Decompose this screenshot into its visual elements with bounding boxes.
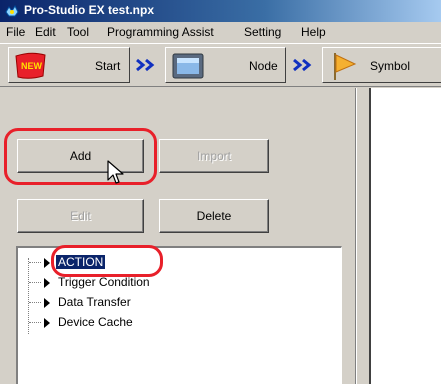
tree-connector xyxy=(29,322,41,323)
tree-item-device-cache[interactable]: Device Cache xyxy=(18,314,318,332)
svg-text:NEW: NEW xyxy=(21,61,43,71)
new-badge-icon: NEW xyxy=(15,52,46,79)
tree-item-label: Data Transfer xyxy=(58,295,131,309)
chevron-right-icon xyxy=(136,58,155,72)
menu-file[interactable]: File xyxy=(6,25,25,39)
tree-connector xyxy=(29,302,41,303)
monitor-icon xyxy=(172,53,204,79)
menu-help[interactable]: Help xyxy=(301,25,326,39)
window-title: Pro-Studio EX test.npx xyxy=(24,3,155,17)
menu-programming-assist[interactable]: Programming Assist xyxy=(107,25,214,39)
expand-arrow-icon[interactable] xyxy=(44,258,50,268)
step-node-label: Node xyxy=(249,59,278,73)
expand-arrow-icon[interactable] xyxy=(44,298,50,308)
step-start-button[interactable]: NEW Start xyxy=(8,47,130,83)
step-symbol-button[interactable]: Symbol xyxy=(322,47,441,83)
pane-splitter[interactable] xyxy=(356,88,369,384)
edit-button[interactable]: Edit xyxy=(17,199,144,233)
menu-setting[interactable]: Setting xyxy=(244,25,281,39)
app-icon xyxy=(4,3,20,19)
tree-item-data-transfer[interactable]: Data Transfer xyxy=(18,294,318,312)
menu-edit[interactable]: Edit xyxy=(35,25,56,39)
import-button[interactable]: Import xyxy=(159,139,269,173)
flag-icon xyxy=(334,53,357,80)
delete-button[interactable]: Delete xyxy=(159,199,269,233)
step-toolbar: NEW Start Node Symbol xyxy=(0,43,441,87)
menu-bar: File Edit Tool Programming Assist Settin… xyxy=(0,22,441,42)
expand-arrow-icon[interactable] xyxy=(44,318,50,328)
step-node-button[interactable]: Node xyxy=(165,47,286,83)
tree-connector xyxy=(29,262,41,263)
tree-item-label: Device Cache xyxy=(58,315,133,329)
menu-tool[interactable]: Tool xyxy=(67,25,89,39)
expand-arrow-icon[interactable] xyxy=(44,278,50,288)
action-item-highlight xyxy=(51,245,163,277)
step-symbol-label: Symbol xyxy=(370,59,411,73)
app-window: Pro-Studio EX test.npx File Edit Tool Pr… xyxy=(0,0,441,384)
tree-item-label: Trigger Condition xyxy=(58,275,150,289)
right-pane xyxy=(369,88,441,384)
add-button-highlight xyxy=(4,128,157,185)
step-start-label: Start xyxy=(95,59,121,73)
tree-connector xyxy=(29,282,41,283)
chevron-right-icon xyxy=(293,58,312,72)
title-bar: Pro-Studio EX test.npx xyxy=(0,0,441,22)
mouse-cursor-icon xyxy=(107,160,124,184)
